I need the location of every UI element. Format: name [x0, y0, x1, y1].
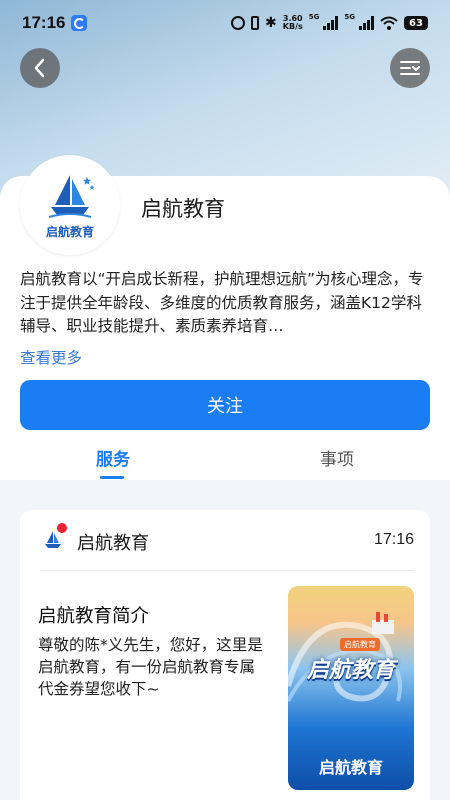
network-speed: 3.60 KB/s [283, 15, 303, 31]
follow-button[interactable]: 关注 [20, 380, 430, 430]
signal-2-icon [359, 16, 374, 30]
battery-indicator: 63 [404, 16, 428, 30]
message-sender: 启航教育 [77, 533, 149, 554]
network-speed-unit: KB/s [282, 22, 303, 31]
logo-text: 启航教育 [45, 224, 94, 239]
poster-tag: 启航教育 [340, 638, 380, 651]
unread-dot [57, 523, 67, 533]
status-bar: 17:16 ✱ 3.60 KB/s 5G 5G 63 [0, 0, 450, 46]
status-time: 17:16 [22, 13, 66, 32]
active-tab-indicator [100, 476, 124, 479]
signal-label-1: 5G [308, 13, 320, 21]
sailboat-icon [48, 174, 95, 218]
message-body: 尊敬的陈*义先生，您好，这里是启航教育，有一份启航教育专属代金券望您收下~ [38, 636, 263, 698]
poster-title: 启航教育 [306, 658, 395, 683]
chevron-left-icon [34, 58, 45, 78]
wifi-icon [380, 16, 398, 30]
menu-button[interactable] [390, 48, 430, 88]
back-button[interactable] [20, 48, 60, 88]
tab-matters[interactable]: 事项 [320, 445, 354, 470]
alarm-icon [231, 16, 246, 30]
organization-logo: 启航教育 [20, 155, 120, 255]
bluetooth-icon: ✱ [265, 15, 277, 31]
message-poster-image[interactable]: 启航教育 启航教育 启航教育 [288, 586, 414, 790]
message-title: 启航教育简介 [38, 606, 150, 627]
signal-1-icon [323, 16, 339, 30]
message-card[interactable]: 启航教育 17:16 启航教育简介 尊敬的陈*义先生，您好，这里是启航教育，有一… [20, 510, 430, 800]
filter-menu-icon [400, 61, 420, 75]
view-more-link[interactable]: 查看更多 [20, 346, 82, 368]
poster-bottom-text: 启航教育 [318, 758, 383, 777]
status-icons: ✱ 3.60 KB/s 5G 5G 63 [231, 13, 428, 31]
tab-service[interactable]: 服务 [96, 445, 130, 470]
organization-name: 启航教育 [141, 197, 225, 221]
divider [40, 570, 414, 571]
signal-label-2: 5G [344, 13, 355, 21]
message-time: 17:16 [373, 531, 414, 548]
vibrate-icon [251, 16, 260, 30]
app-notification-icon [71, 15, 88, 31]
organization-description: 启航教育以“开启成长新程，护航理想远航”为核心理念，专注于提供全年龄段、多维度的… [20, 270, 424, 335]
